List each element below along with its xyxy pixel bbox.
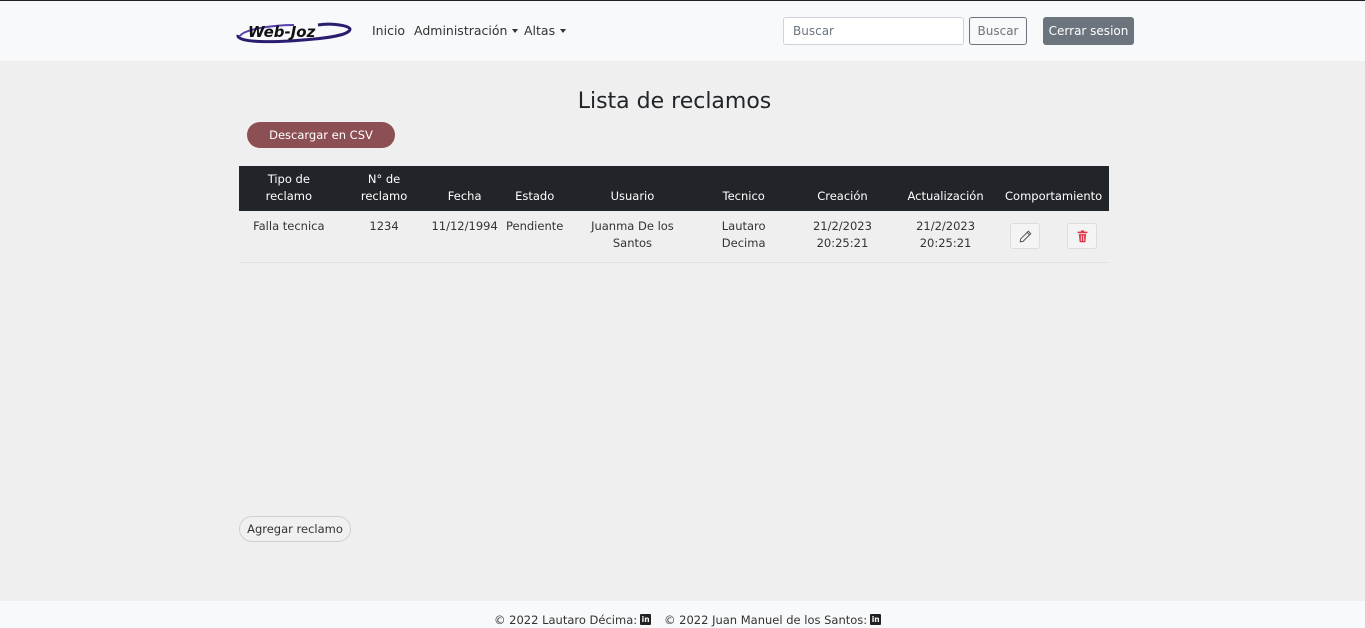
footer-credit-2-text: © 2022 Juan Manuel de los Santos: (664, 613, 868, 627)
navbar: Web-Joz Inicio Administración Altas Busc… (0, 1, 1365, 61)
edit-button[interactable] (1010, 223, 1041, 249)
logo-icon: Web-Joz (236, 22, 352, 44)
add-claim-button[interactable]: Agregar reclamo (239, 516, 351, 542)
footer-credit-1-text: © 2022 Lautaro Décima: (494, 613, 638, 627)
trash-icon (1077, 230, 1088, 243)
page-title: Lista de reclamos (577, 89, 772, 114)
header-numero: N° de reclamo (360, 172, 408, 203)
linkedin-icon[interactable]: in (640, 614, 652, 625)
nav-administracion-label: Administración (414, 23, 508, 38)
cell-actions (998, 211, 1109, 262)
footer-credit-1: © 2022 Lautaro Décima: in (494, 613, 652, 627)
cell-tipo: Falla tecnica (253, 219, 325, 233)
header-tipo: Tipo de reclamo (265, 172, 312, 203)
brand-logo[interactable]: Web-Joz (234, 19, 352, 45)
footer-credit-2: © 2022 Juan Manuel de los Santos: in (664, 613, 882, 627)
cell-fecha: 11/12/1994 (431, 219, 498, 233)
nav-altas[interactable]: Altas (524, 23, 567, 38)
header-estado: Estado (515, 189, 555, 203)
cell-actualizacion: 21/2/2023 20:25:21 (916, 219, 976, 250)
header-comportamiento: Comportamiento (1005, 189, 1103, 203)
nav-administracion[interactable]: Administración (414, 23, 519, 38)
download-csv-button[interactable]: Descargar en CSV (247, 122, 395, 148)
search-button[interactable]: Buscar (969, 17, 1027, 45)
cell-tecnico: Lautaro Decima (721, 219, 766, 250)
header-creacion: Creación (817, 189, 868, 203)
header-usuario: Usuario (610, 189, 655, 203)
search-input[interactable] (783, 17, 964, 45)
nav-altas-label: Altas (524, 23, 556, 38)
logo-text: Web-Joz (248, 23, 316, 41)
delete-button[interactable] (1067, 223, 1098, 249)
cell-estado: Pendiente (505, 219, 564, 233)
header-actualizacion: Actualización (907, 189, 984, 203)
chevron-down-icon (512, 28, 519, 33)
header-fecha: Fecha (447, 189, 482, 203)
logout-button[interactable]: Cerrar sesion (1043, 17, 1134, 45)
pencil-icon (1019, 230, 1032, 243)
cell-creacion: 21/2/2023 20:25:21 (812, 219, 872, 250)
header-tecnico: Tecnico (722, 189, 765, 203)
chevron-down-icon (560, 28, 567, 33)
linkedin-icon[interactable]: in (870, 614, 882, 625)
table-row: Falla tecnica 1234 11/12/1994 Pendiente … (239, 211, 1109, 262)
claims-table: Tipo de reclamo N° de reclamo Fecha Estado… (239, 166, 1109, 263)
table-header-row: Tipo de reclamo N° de reclamo Fecha Estado… (239, 166, 1109, 211)
footer: © 2022 Lautaro Décima: in © 2022 Juan Man… (0, 601, 1365, 628)
cell-numero: 1234 (369, 219, 399, 233)
nav-inicio[interactable]: Inicio (372, 23, 405, 38)
cell-usuario: Juanma De los Santos (591, 219, 674, 250)
